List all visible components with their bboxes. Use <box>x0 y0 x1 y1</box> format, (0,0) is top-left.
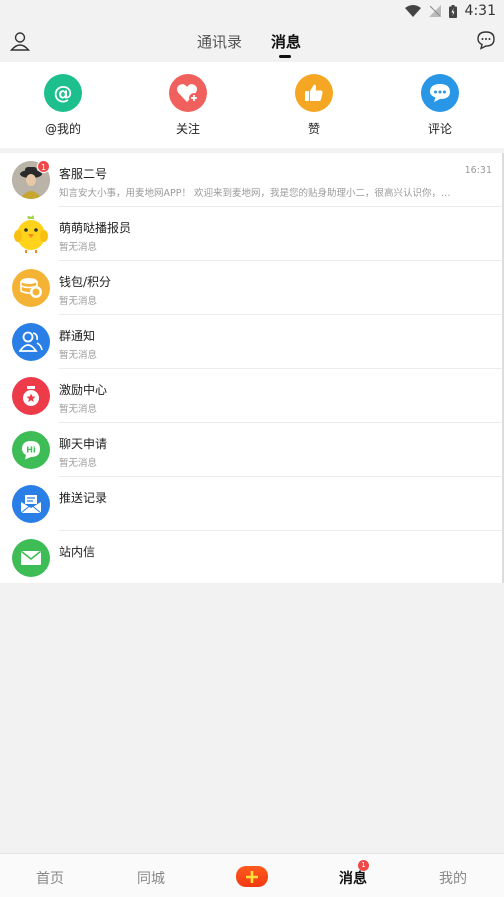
quick-action-likes[interactable]: 赞 <box>274 74 354 137</box>
nav-home[interactable]: 首页 <box>36 868 64 888</box>
nav-messages[interactable]: 消息 <box>339 868 367 888</box>
quick-action-label: 赞 <box>307 122 320 136</box>
message-preview: 暂无消息 <box>59 296 98 307</box>
message-title: 站内信 <box>59 545 96 559</box>
unread-badge: 1 <box>37 160 50 173</box>
plus-icon <box>246 870 258 883</box>
quick-action-follow[interactable]: 关注 <box>148 74 228 137</box>
quick-action-mentions[interactable]: @ @我的 <box>23 74 103 137</box>
message-time: 16:31 <box>464 165 492 176</box>
message-title: 客服二号 <box>59 167 108 181</box>
list-item-incentive[interactable]: 激励中心 暂无消息 <box>0 369 502 423</box>
message-preview: 暂无消息 <box>59 242 98 253</box>
message-title: 推送记录 <box>59 491 108 505</box>
list-item-push-history[interactable]: 推送记录 <box>0 477 502 531</box>
medal-icon <box>12 377 50 415</box>
message-title: 群通知 <box>59 329 96 343</box>
list-item-wallet[interactable]: 钱包/积分 暂无消息 <box>0 261 502 315</box>
message-title: 激励中心 <box>59 383 108 397</box>
message-preview: 暂无消息 <box>59 404 98 415</box>
list-item-chat-request[interactable]: Hi 聊天申请 暂无消息 <box>0 423 502 477</box>
chick-icon <box>12 215 50 253</box>
message-title: 钱包/积分 <box>59 275 112 289</box>
message-list: 1 客服二号 知言安大小事，用麦地网APP！ 欢迎来到麦地网，我是您的贴身助理小… <box>0 153 504 583</box>
comment-icon <box>421 74 459 112</box>
list-item-announcer[interactable]: 萌萌哒播报员 暂无消息 <box>0 207 502 261</box>
battery-icon <box>448 4 457 18</box>
message-title: 聊天申请 <box>59 437 108 451</box>
list-item-group-notice[interactable]: 群通知 暂无消息 <box>0 315 502 369</box>
quick-action-comments[interactable]: 评论 <box>400 74 480 137</box>
status-bar: 4:31 <box>0 0 504 22</box>
list-item-site-mail[interactable]: 站内信 <box>0 531 502 585</box>
status-time: 4:31 <box>464 3 496 19</box>
coins-icon <box>12 269 50 307</box>
publish-button[interactable] <box>236 866 268 887</box>
wifi-icon <box>404 5 421 17</box>
tab-indicator <box>279 55 291 58</box>
envelope-icon <box>12 539 50 577</box>
envelope-open-icon <box>12 485 50 523</box>
quick-actions-panel: @ @我的 关注 赞 评论 <box>0 62 504 148</box>
message-title: 萌萌哒播报员 <box>59 221 132 235</box>
nav-me[interactable]: 我的 <box>439 868 467 888</box>
tab-contacts[interactable]: 通讯录 <box>197 31 242 52</box>
thumbs-up-icon <box>295 74 333 112</box>
svg-text:@: @ <box>54 82 73 104</box>
hi-chat-icon: Hi <box>12 431 50 469</box>
heart-plus-icon <box>169 74 207 112</box>
at-icon: @ <box>44 74 82 112</box>
bottom-nav: 首页 同城 消息 1 我的 <box>0 853 504 897</box>
tab-messages[interactable]: 消息 <box>271 31 301 52</box>
group-icon <box>12 323 50 361</box>
message-preview: 暂无消息 <box>59 350 98 361</box>
signal-icon <box>428 5 441 17</box>
svg-text:Hi: Hi <box>26 446 36 455</box>
message-preview: 知言安大小事，用麦地网APP！ 欢迎来到麦地网，我是您的贴身助理小二，很高兴认识… <box>59 188 451 199</box>
nav-unread-badge: 1 <box>358 860 369 871</box>
nav-local[interactable]: 同城 <box>137 868 165 888</box>
message-preview: 暂无消息 <box>59 458 98 469</box>
quick-action-label: 关注 <box>175 122 200 136</box>
top-header: 通讯录 消息 <box>0 22 504 62</box>
chat-settings-icon[interactable] <box>476 30 496 50</box>
quick-action-label: 评论 <box>427 122 452 136</box>
list-item-customer-service[interactable]: 1 客服二号 知言安大小事，用麦地网APP！ 欢迎来到麦地网，我是您的贴身助理小… <box>0 153 502 207</box>
quick-action-label: @我的 <box>44 122 81 136</box>
